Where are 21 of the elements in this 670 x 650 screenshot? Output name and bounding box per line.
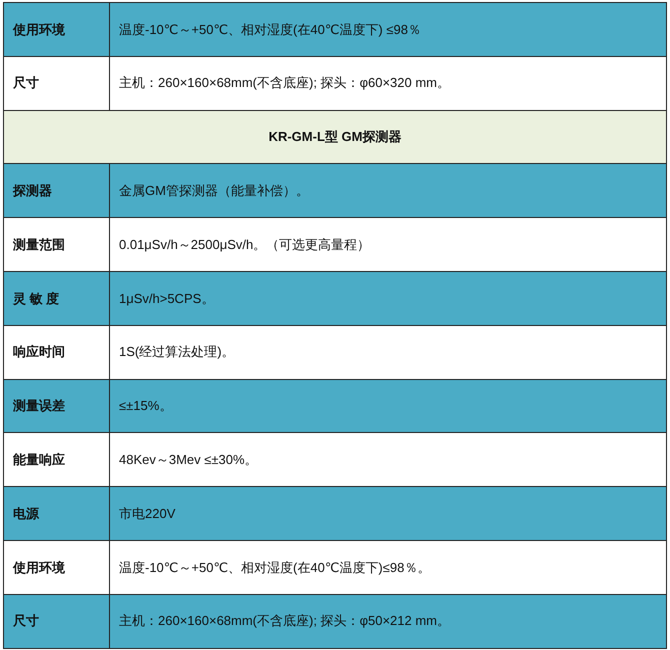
label-cell: 使用环境 (4, 540, 110, 594)
label-cell: 使用环境 (4, 2, 110, 56)
value-cell: ≤±15%。 (110, 379, 666, 433)
value-cell: 主机：260×160×68mm(不含底座); 探头：φ50×212 mm。 (110, 594, 666, 648)
value-cell: 温度-10℃～+50℃、相对湿度(在40℃温度下)≤98％。 (110, 540, 666, 594)
value-cell: 0.01μSv/h～2500μSv/h。（可选更高量程） (110, 218, 666, 272)
value-cell: 温度-10℃～+50℃、相对湿度(在40℃温度下) ≤98％ (110, 2, 666, 56)
label-cell: 电源 (4, 486, 110, 540)
value-cell: 市电220V (110, 486, 666, 540)
label-cell: 尺寸 (4, 56, 110, 110)
section-heading: KR-GM-L型 GM探测器 (4, 110, 666, 164)
value-cell: 主机：260×160×68mm(不含底座); 探头：φ60×320 mm。 (110, 56, 666, 110)
label-cell: 探测器 (4, 164, 110, 218)
value-cell: 1μSv/h>5CPS。 (110, 271, 666, 326)
label-cell: 尺寸 (4, 594, 110, 648)
value-cell: 1S(经过算法处理)。 (110, 325, 666, 380)
label-cell: 测量范围 (4, 218, 110, 272)
label-cell: 响应时间 (4, 325, 110, 380)
label-cell: 测量误差 (4, 379, 110, 433)
label-cell: 灵 敏 度 (4, 271, 110, 326)
value-cell: 金属GM管探测器（能量补偿）。 (110, 164, 666, 218)
